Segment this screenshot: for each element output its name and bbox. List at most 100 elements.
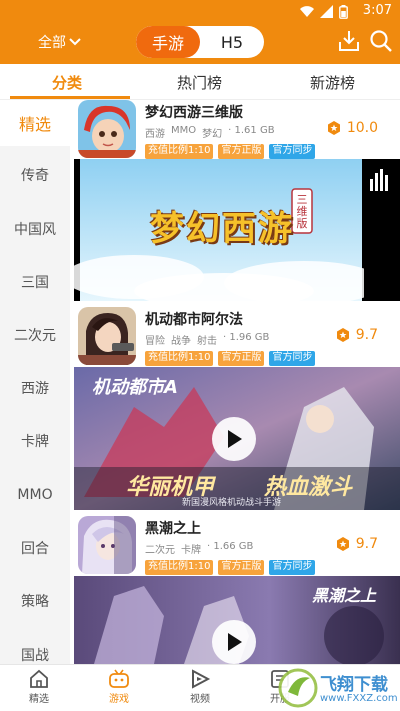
nav-label: 视频 [190, 694, 210, 705]
app-header: 全部 手游 H5 [0, 24, 400, 64]
tag-recharge-ratio: 充值比例1:10 [145, 144, 214, 159]
game-icon-image [78, 100, 136, 158]
battery-icon [339, 5, 348, 19]
rating-badge-icon [327, 121, 340, 135]
game-genre: 射击 [197, 336, 217, 347]
watermark-site: www.FXXZ.com [320, 693, 398, 704]
rating-badge-icon [336, 537, 349, 551]
game-score: 9.7 [336, 536, 378, 552]
game-genre: 冒险 [145, 336, 165, 347]
game-size: · 1.66 GB [207, 541, 254, 552]
search-icon[interactable] [368, 28, 394, 54]
active-tab-indicator [10, 96, 130, 99]
platform-toggle: 手游 H5 [136, 26, 264, 58]
tag-official-licensed: 官方正版 [218, 560, 265, 575]
game-icon-image [78, 307, 136, 365]
game-size: · 1.61 GB [228, 125, 275, 136]
scope-dropdown[interactable]: 全部 [38, 32, 81, 52]
game-tags: 充值比例1:10 官方正版 官方同步 [145, 560, 316, 575]
status-bar: 3:07 [0, 0, 400, 24]
tab-category[interactable]: 分类 [52, 72, 82, 93]
tag-official-sync: 官方同步 [269, 351, 316, 366]
category-item-mmo[interactable]: MMO [0, 472, 70, 518]
play-button[interactable] [212, 416, 256, 461]
category-item-legend[interactable]: 传奇 [0, 152, 70, 198]
category-item-three-kingdoms[interactable]: 三国 [0, 259, 70, 305]
nav-label: 游戏 [109, 694, 129, 705]
game-genre: 卡牌 [181, 545, 201, 556]
game-tags: 充值比例1:10 官方正版 官方同步 [145, 351, 316, 366]
game-score: 10.0 [327, 120, 378, 136]
tab-new-ranking[interactable]: 新游榜 [310, 72, 355, 93]
category-item-chinese-style[interactable]: 中国风 [0, 206, 70, 252]
status-icons [300, 5, 348, 19]
category-item-nation-war[interactable]: 国战 [0, 632, 70, 664]
nav-item-games[interactable]: 游戏 [89, 668, 149, 705]
home-icon [30, 669, 48, 688]
site-watermark: 飞翔下载 www.FXXZ.com [276, 666, 400, 710]
game-genre: 西游 [145, 129, 165, 140]
tag-official-licensed: 官方正版 [218, 144, 265, 159]
banner-subline: 新国漫风格机动战斗手游 [182, 498, 282, 508]
game-score: 9.7 [336, 327, 378, 343]
game-score-value: 10.0 [346, 120, 378, 136]
game-meta: 二次元 卡牌 · 1.66 GB [145, 541, 253, 556]
game-video-banner[interactable]: 梦幻西游 三维版 [74, 159, 400, 301]
game-tags: 充值比例1:10 官方正版 官方同步 [145, 144, 316, 159]
nav-item-video[interactable]: 视频 [170, 668, 230, 705]
game-score-value: 9.7 [355, 327, 378, 343]
game-meta: 冒险 战争 射击 · 1.96 GB [145, 332, 269, 347]
game-title: 梦幻西游三维版 [145, 105, 243, 121]
tag-recharge-ratio: 充值比例1:10 [145, 560, 214, 575]
game-video-banner[interactable]: 机动都市A 华丽机甲 热血激斗 新国漫风格机动战斗手游 [74, 367, 400, 510]
segment-mobile-games[interactable]: 手游 [136, 26, 200, 58]
game-genre: MMO [171, 125, 197, 136]
game-list: 梦幻西游三维版 西游 MMO 梦幻 · 1.61 GB 充值比例1:10 官方正… [74, 100, 400, 664]
watermark-text: 飞翔下载 [320, 675, 388, 695]
banner-logo: 黑潮之上 [312, 586, 377, 605]
category-item-anime[interactable]: 二次元 [0, 312, 70, 358]
tab-hot-ranking[interactable]: 热门榜 [177, 72, 222, 93]
nav-label: 精选 [29, 694, 49, 705]
tag-official-sync: 官方同步 [269, 144, 316, 159]
game-genre: 梦幻 [202, 129, 223, 140]
tag-official-sync: 官方同步 [269, 560, 316, 575]
play-icon [228, 633, 242, 651]
game-item[interactable]: 机动都市阿尔法 冒险 战争 射击 · 1.96 GB 充值比例1:10 官方正版… [74, 307, 400, 369]
rating-badge-icon [336, 328, 349, 342]
category-item-featured[interactable]: 精选 [0, 100, 70, 146]
game-score-value: 9.7 [355, 536, 378, 552]
game-title: 机动都市阿尔法 [145, 312, 243, 328]
game-video-banner[interactable]: 黑潮之上 [74, 576, 400, 664]
segment-h5[interactable]: H5 [200, 26, 264, 58]
game-genre: 二次元 [145, 545, 175, 556]
game-title: 黑潮之上 [145, 521, 201, 537]
wifi-icon [300, 6, 314, 17]
category-item-strategy[interactable]: 策略 [0, 578, 70, 624]
clock: 3:07 [362, 3, 392, 18]
signal-icon [320, 5, 333, 18]
tag-official-licensed: 官方正版 [218, 351, 265, 366]
category-item-journey-west[interactable]: 西游 [0, 365, 70, 411]
category-sidebar: 精选 传奇 中国风 三国 二次元 西游 卡牌 MMO 回合 策略 国战 [0, 100, 70, 664]
download-icon[interactable] [336, 28, 362, 54]
tab-bar: 分类 热门榜 新游榜 [0, 64, 400, 100]
game-item[interactable]: 梦幻西游三维版 西游 MMO 梦幻 · 1.61 GB 充值比例1:10 官方正… [74, 100, 400, 162]
banner-logo: 梦幻西游 [150, 209, 294, 249]
game-genre: 战争 [171, 336, 191, 347]
game-item[interactable]: 黑潮之上 二次元 卡牌 · 1.66 GB 充值比例1:10 官方正版 官方同步… [74, 516, 400, 578]
tag-recharge-ratio: 充值比例1:10 [145, 351, 214, 366]
chevron-down-icon [69, 38, 81, 46]
game-meta: 西游 MMO 梦幻 · 1.61 GB [145, 125, 275, 140]
play-icon [228, 429, 242, 448]
nav-item-featured[interactable]: 精选 [9, 668, 69, 705]
game-icon-image [78, 516, 136, 574]
banner-logo: 机动都市A [92, 377, 178, 398]
play-button[interactable] [212, 620, 256, 664]
game-size: · 1.96 GB [223, 332, 270, 343]
category-item-card[interactable]: 卡牌 [0, 418, 70, 464]
gamepad-icon [109, 669, 129, 688]
banner-edition-badge: 三维版 [296, 193, 308, 230]
category-item-turn-based[interactable]: 回合 [0, 525, 70, 571]
video-play-icon [192, 669, 211, 689]
